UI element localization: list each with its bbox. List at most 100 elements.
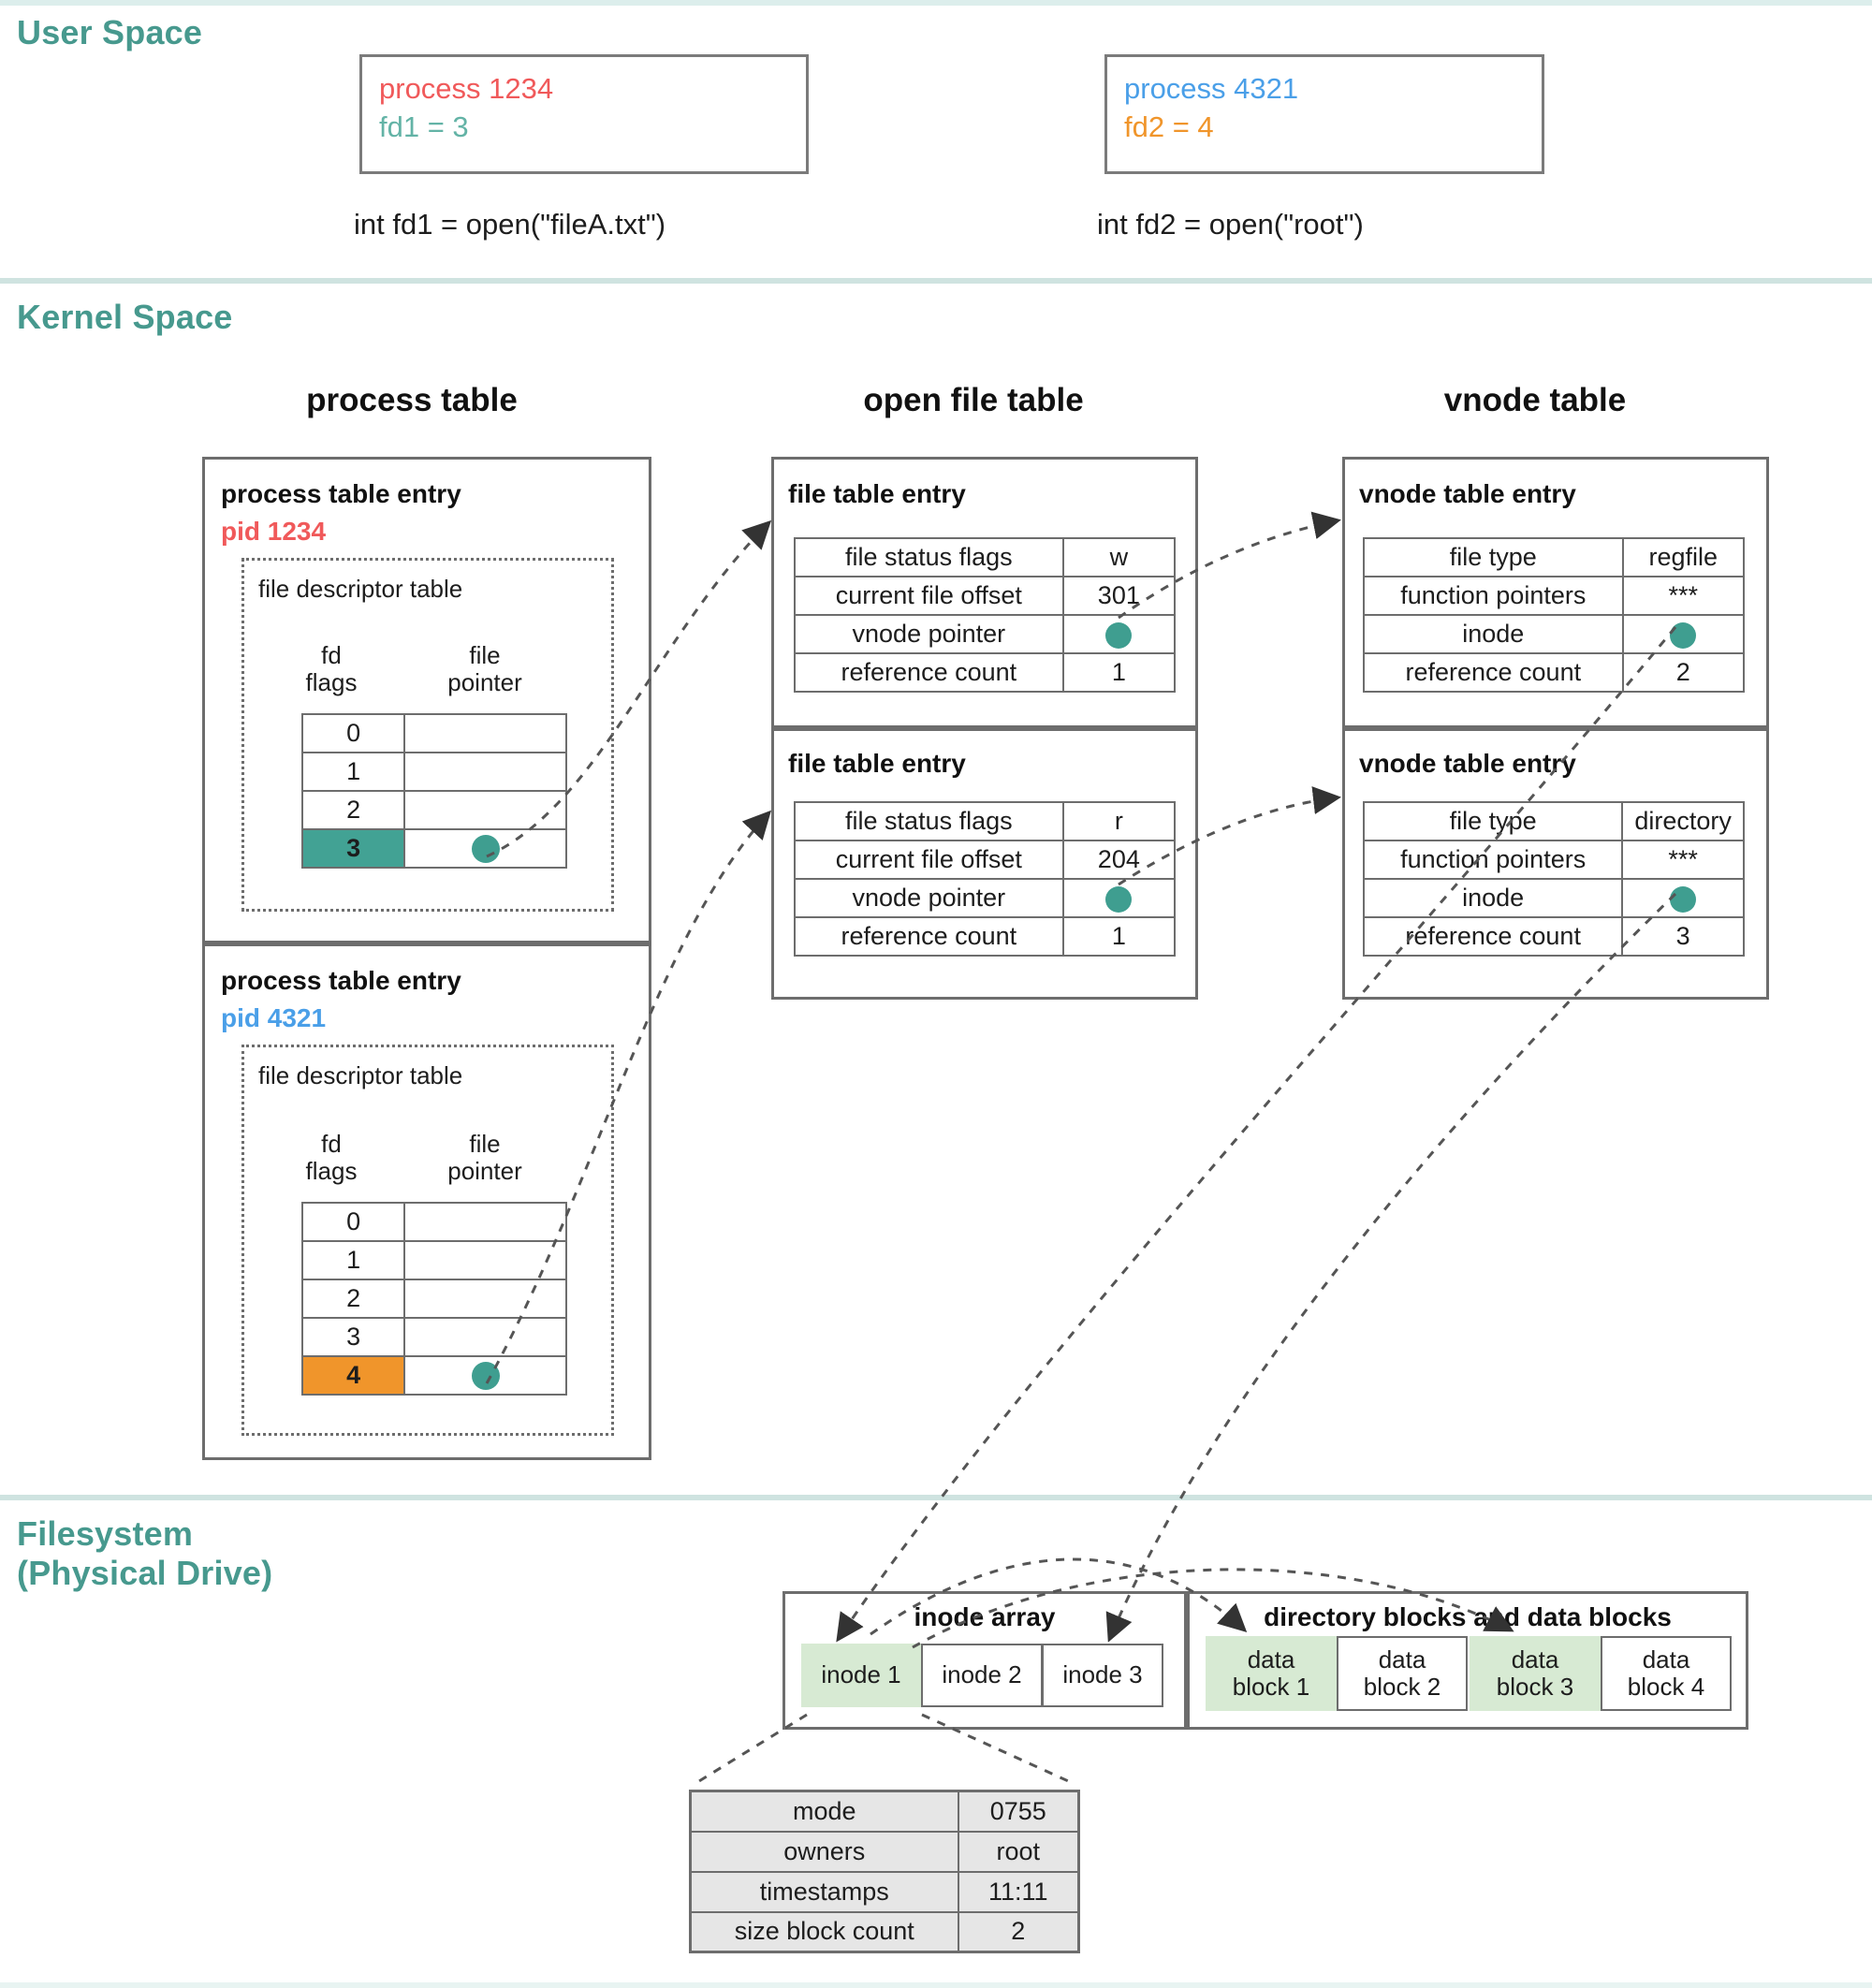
table-row: file status flags w xyxy=(794,537,1177,577)
row-key: owners xyxy=(689,1830,959,1873)
file-pointer-cell-filled xyxy=(403,1355,567,1396)
process-1-fd: fd1 = 3 xyxy=(379,110,469,143)
fd-cell: 0 xyxy=(300,1202,406,1242)
process-entry-2-pid: pid 4321 xyxy=(221,1003,327,1032)
row-value: root xyxy=(957,1830,1080,1873)
fd-col-header-1: fd flags xyxy=(305,641,358,697)
row-key: mode xyxy=(689,1790,959,1833)
file-pointer-cell xyxy=(403,1279,567,1319)
pointer-dot-icon xyxy=(471,1362,500,1391)
heading-vnode-table: vnode table xyxy=(1443,382,1627,418)
process-1-name: process 1234 xyxy=(379,72,554,105)
row-key: size block count xyxy=(689,1910,959,1953)
pointer-dot-icon xyxy=(1670,621,1697,649)
table-row: 2 xyxy=(300,1279,567,1319)
file-pointer-cell xyxy=(403,713,567,753)
row-key: vnode pointer xyxy=(794,614,1064,654)
process-2-name: process 4321 xyxy=(1124,72,1299,105)
data-block-cell-2: data block 2 xyxy=(1337,1636,1468,1711)
row-value: *** xyxy=(1621,576,1746,616)
table-row: 1 xyxy=(300,752,567,792)
row-value: 204 xyxy=(1061,840,1177,880)
fd-col-header-2: fd flags xyxy=(305,1130,358,1186)
data-block-cell-1: data block 1 xyxy=(1206,1636,1337,1711)
vnode-table-2: file type directory function pointers **… xyxy=(1362,801,1745,957)
row-value: 1 xyxy=(1061,652,1177,693)
table-row: current file offset 301 xyxy=(794,576,1177,616)
row-value: 3 xyxy=(1621,916,1745,957)
kernel-space-title: Kernel Space xyxy=(17,298,233,336)
inode-detail-table: mode 0755 owners root timestamps 11:11 s… xyxy=(689,1790,1080,1953)
heading-open-file-table: open file table xyxy=(863,382,1084,418)
inode-cell-3: inode 3 xyxy=(1042,1644,1163,1707)
fd-cell-highlighted: 3 xyxy=(300,828,406,869)
row-value-pointer xyxy=(1621,878,1745,918)
fd-cell-highlighted: 4 xyxy=(300,1355,406,1396)
table-row: 2 xyxy=(300,790,567,830)
row-key: current file offset xyxy=(794,840,1064,880)
table-row: 4 xyxy=(300,1355,567,1396)
file-pointer-cell-filled xyxy=(403,828,567,869)
row-key: file status flags xyxy=(794,537,1064,577)
user-space-section xyxy=(0,0,1872,281)
table-row: reference count 3 xyxy=(1362,916,1745,957)
pointer-dot-icon xyxy=(1105,885,1133,913)
table-row: 0 xyxy=(300,1202,567,1242)
process-2-fd: fd2 = 4 xyxy=(1124,110,1214,143)
fd-cell: 2 xyxy=(300,790,406,830)
open-call-2: int fd2 = open("root") xyxy=(1097,208,1364,241)
row-value: 2 xyxy=(1621,652,1746,693)
data-blocks-label: directory blocks and data blocks xyxy=(1264,1602,1672,1631)
row-key: inode xyxy=(1362,878,1624,918)
row-key: reference count xyxy=(1363,652,1624,693)
data-block-cell-4: data block 4 xyxy=(1601,1636,1732,1711)
process-entry-1-pid: pid 1234 xyxy=(221,517,327,546)
vnode-entry-2-title: vnode table entry xyxy=(1359,749,1576,778)
process-box-1234: process 1234 fd1 = 3 xyxy=(359,54,809,174)
row-value-pointer xyxy=(1621,614,1746,654)
row-value-pointer xyxy=(1061,878,1177,918)
inode-array-label: inode array xyxy=(914,1602,1056,1631)
inode-cell-1: inode 1 xyxy=(801,1644,921,1707)
file-pointer-col-header-2: file pointer xyxy=(447,1130,522,1186)
table-row: timestamps 11:11 xyxy=(689,1870,1080,1913)
row-key: current file offset xyxy=(794,576,1064,616)
fd-cell: 1 xyxy=(300,1240,406,1280)
row-key: reference count xyxy=(794,916,1064,957)
table-row: reference count 2 xyxy=(1363,652,1746,693)
row-value: r xyxy=(1061,801,1177,841)
row-key: file status flags xyxy=(794,801,1064,841)
file-table-1: file status flags w current file offset … xyxy=(794,537,1177,693)
table-row: 1 xyxy=(300,1240,567,1280)
table-row: size block count 2 xyxy=(689,1910,1080,1953)
row-value-pointer xyxy=(1061,614,1177,654)
file-pointer-cell xyxy=(403,1317,567,1357)
row-value: 301 xyxy=(1061,576,1177,616)
open-call-1: int fd1 = open("fileA.txt") xyxy=(354,208,666,241)
row-value: directory xyxy=(1621,801,1745,841)
row-key: function pointers xyxy=(1362,840,1624,880)
file-table-entry-2-title: file table entry xyxy=(788,749,966,778)
table-row: reference count 1 xyxy=(794,652,1177,693)
table-row: vnode pointer xyxy=(794,614,1177,654)
row-key: reference count xyxy=(1362,916,1624,957)
row-key: file type xyxy=(1362,801,1624,841)
process-box-4321: process 4321 fd2 = 4 xyxy=(1104,54,1544,174)
table-row: current file offset 204 xyxy=(794,840,1177,880)
fd-cell: 1 xyxy=(300,752,406,792)
row-key: vnode pointer xyxy=(794,878,1064,918)
pointer-dot-icon xyxy=(471,835,500,864)
file-pointer-cell xyxy=(403,752,567,792)
row-value: 1 xyxy=(1061,916,1177,957)
heading-process-table: process table xyxy=(306,382,518,418)
file-pointer-cell xyxy=(403,1240,567,1280)
table-row: file type directory xyxy=(1362,801,1745,841)
fd-table-1234: 0 1 2 3 xyxy=(300,713,567,869)
row-value: w xyxy=(1061,537,1177,577)
fd-table-title-2: file descriptor table xyxy=(258,1061,463,1089)
row-value: regfile xyxy=(1621,537,1746,577)
row-key: reference count xyxy=(794,652,1064,693)
fd-table-4321: 0 1 2 3 4 xyxy=(300,1202,567,1396)
table-row: 0 xyxy=(300,713,567,753)
table-row: owners root xyxy=(689,1830,1080,1873)
